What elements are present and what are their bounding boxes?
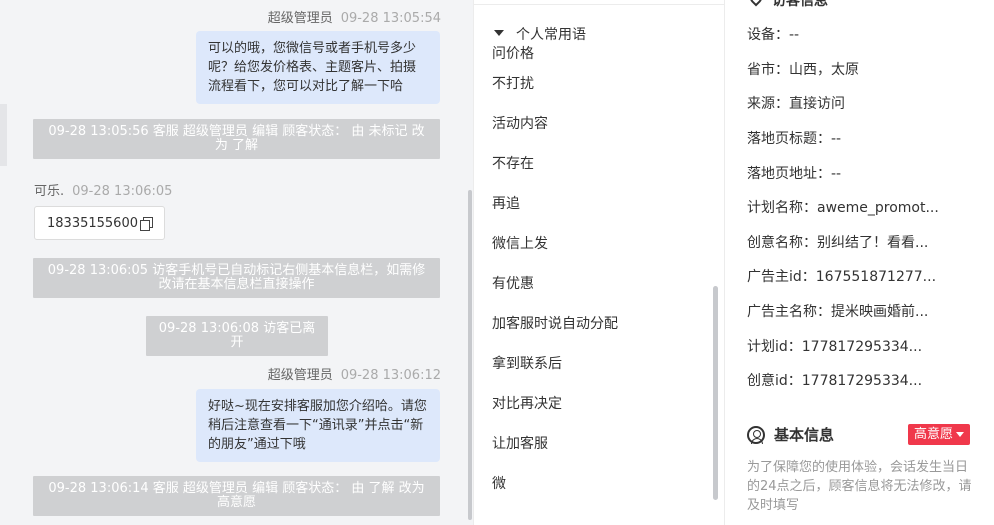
outgoing-message-bubble: 好哒~现在安排客服加您介绍哈。请您稍后注意查看一下“通讯录”并点击“新的朋友”通… <box>196 389 440 462</box>
sender-name: 超级管理员 <box>267 368 333 383</box>
user-circle-icon <box>747 425 765 444</box>
phrase-item[interactable]: 微 <box>492 464 618 504</box>
chat-side-handle[interactable] <box>0 104 7 166</box>
phrases-pane: 个人常用语 问价格 不打扰 活动内容 不存在 再追 微信上发 有优惠 加客服时说… <box>473 0 725 525</box>
location-icon <box>747 0 765 7</box>
copy-icon[interactable] <box>139 217 153 231</box>
intent-status-dropdown[interactable]: 高意愿 <box>908 424 971 445</box>
message-meta: 超级管理员 09-28 13:05:54 <box>268 7 441 26</box>
phrase-item[interactable]: 拿到联系后 <box>492 344 618 384</box>
info-advertiser-name: 广告主名称：提米映画婚前... <box>747 304 929 320</box>
phrase-item-label: 对比再决定 <box>492 396 562 412</box>
phrase-item-label: 活动内容 <box>492 116 548 132</box>
system-message: 09-28 13:06:14 客服 超级管理员 编辑 顾客状态： 由 了解 改为… <box>33 476 440 516</box>
info-region: 省市：山西，太原 <box>747 62 859 78</box>
sender-name: 可乐. <box>34 184 65 199</box>
phrase-item-label: 不存在 <box>492 156 534 172</box>
info-landing-url: 落地页地址：-- <box>747 166 842 182</box>
info-plan-id: 计划id：177817295334... <box>747 339 923 355</box>
phrase-item-label: 问价格 <box>492 46 534 62</box>
phrase-item-label: 拿到联系后 <box>492 356 562 372</box>
outgoing-message-bubble: 可以的哦，您微信号或者手机号多少呢？给您发价格表、主题客片、拍摄流程看下，您可以… <box>196 31 440 104</box>
info-plan-name: 计划名称：aweme_promot... <box>747 200 939 216</box>
message-time: 09-28 13:06:05 <box>72 184 173 199</box>
phrase-item[interactable]: 再追 <box>492 184 618 224</box>
system-message: 09-28 13:06:08 访客已离开 <box>146 316 328 356</box>
phrase-item-label: 微信上发 <box>492 236 548 252</box>
phrase-item[interactable]: 微信上发 <box>492 224 618 264</box>
system-message: 09-28 13:06:05 访客手机号已自动标记右侧基本信息栏，如需修改请在基… <box>33 258 440 298</box>
info-device: 设备：-- <box>747 27 800 43</box>
phrase-item-label: 微 <box>492 476 506 492</box>
info-creative-id: 创意id：177817295334... <box>747 373 923 389</box>
info-landing-title: 落地页标题：-- <box>747 131 842 147</box>
phrase-item-label: 再追 <box>492 196 520 212</box>
basic-info-header: 基本信息 <box>747 424 834 445</box>
info-creative-name: 创意名称：别纠结了！看看... <box>747 235 929 251</box>
incoming-message-bubble: 18335155600 <box>34 206 165 240</box>
chat-pane: 超级管理员 09-28 13:05:54 可以的哦，您微信号或者手机号多少呢？给您… <box>0 0 473 525</box>
phrase-item[interactable]: 不存在 <box>492 144 618 184</box>
phrase-list: 问价格 不打扰 活动内容 不存在 再追 微信上发 有优惠 加客服时说自动分配 拿… <box>492 33 618 504</box>
message-meta: 超级管理员 09-28 13:06:12 <box>268 364 441 383</box>
divider <box>474 4 724 5</box>
edit-notice: 为了保障您的使用体验，会话发生当日的24点之后，顾客信息将无法修改，请及时填写 <box>747 460 972 513</box>
chat-scrollbar[interactable] <box>468 190 472 520</box>
phrase-item-label: 不打扰 <box>492 76 534 92</box>
phone-number-text: 18335155600 <box>47 215 138 231</box>
phrase-item-label: 加客服时说自动分配 <box>492 316 618 332</box>
caret-down-icon <box>956 432 965 437</box>
phrase-item[interactable]: 对比再决定 <box>492 384 618 424</box>
info-section-title: 访客信息 <box>772 0 828 9</box>
phrase-item-label: 让加客服 <box>492 436 548 452</box>
message-meta: 可乐. 09-28 13:06:05 <box>34 180 172 199</box>
phrase-item[interactable]: 问价格 <box>492 33 618 63</box>
phrase-item[interactable]: 加客服时说自动分配 <box>492 304 618 344</box>
visitor-info-pane: 访客信息 设备：-- 省市：山西，太原 来源：直接访问 落地页标题：-- 落地页… <box>726 0 994 525</box>
info-advertiser-id: 广告主id：167551871277... <box>747 269 937 285</box>
info-source: 来源：直接访问 <box>747 96 845 112</box>
phrase-item[interactable]: 让加客服 <box>492 424 618 464</box>
intent-status-label: 高意愿 <box>914 427 954 442</box>
phrase-item[interactable]: 活动内容 <box>492 104 618 144</box>
phrase-item[interactable]: 有优惠 <box>492 264 618 304</box>
phrase-item-label: 有优惠 <box>492 276 534 292</box>
sender-name: 超级管理员 <box>267 11 333 26</box>
message-time: 09-28 13:05:54 <box>340 11 441 26</box>
system-message: 09-28 13:05:56 客服 超级管理员 编辑 顾客状态： 由 未标记 改… <box>33 119 440 159</box>
message-time: 09-28 13:06:12 <box>340 368 441 383</box>
phrases-scrollbar[interactable] <box>713 286 718 500</box>
basic-info-title: 基本信息 <box>774 426 835 444</box>
phrase-item[interactable]: 不打扰 <box>492 64 618 104</box>
